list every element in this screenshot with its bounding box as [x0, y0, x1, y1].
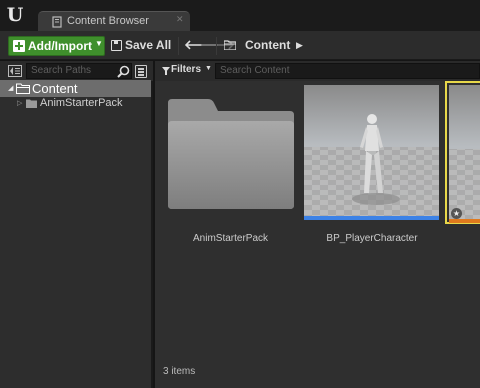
asset-type-bar: [304, 216, 439, 220]
expand-arrow-icon[interactable]: ◢: [8, 84, 13, 92]
content-panel: Filters ▼ Search Content AnimStarterPack: [155, 61, 480, 388]
asset-name: BP_PlayerCharacter: [326, 233, 418, 244]
toolbar-divider: [216, 37, 217, 55]
unreal-logo-icon: U: [6, 4, 24, 26]
tree-item-label: Content: [32, 81, 78, 96]
view-options-icon[interactable]: [135, 65, 147, 78]
star-icon[interactable]: ★: [451, 208, 462, 219]
chevron-down-icon: ▼: [205, 65, 212, 72]
save-all-label: Save All: [125, 38, 172, 52]
breadcrumb-content[interactable]: Content: [245, 38, 290, 52]
asset-name: AnimStarterPack: [192, 233, 269, 244]
tab-label: Content Browser: [67, 15, 149, 27]
filter-icon: [162, 67, 170, 75]
save-icon: [111, 40, 122, 51]
save-all-button[interactable]: Save All: [110, 36, 174, 56]
sources-toggle-icon[interactable]: [8, 65, 22, 77]
asset-tile-bp-playercharacter[interactable]: BP_PlayerCharacter: [303, 83, 441, 251]
sources-panel: Search Paths ◢ Content ▷ AnimStarterPack: [0, 61, 153, 388]
filters-bar: Filters ▼ Search Content: [155, 61, 480, 81]
item-count: 3 items: [163, 366, 196, 377]
asset-thumbnail: [449, 85, 480, 222]
tree-item-animstarterpack[interactable]: ▷ AnimStarterPack: [0, 97, 151, 111]
chevron-right-icon[interactable]: ▶: [296, 40, 303, 51]
folder-icon: [16, 83, 30, 94]
toolbar: Add/Import ▼ Save All 🡐 🡒 Content ▶: [0, 31, 480, 60]
chevron-down-icon: ▼: [95, 39, 103, 48]
asset-preview-image: [449, 85, 480, 222]
add-import-label: Add/Import: [28, 39, 92, 53]
search-content-input[interactable]: Search Content: [215, 63, 480, 79]
asset-tile-selected[interactable]: ★: [445, 81, 480, 224]
filters-label: Filters: [171, 64, 202, 75]
sources-header: Search Paths: [0, 61, 153, 81]
character-preview-image: [304, 85, 439, 219]
add-import-button[interactable]: Add/Import ▼: [8, 36, 105, 56]
tree-item-content[interactable]: ◢ Content: [0, 80, 151, 97]
close-icon[interactable]: ✕: [176, 15, 185, 24]
folder-icon: [26, 99, 37, 108]
asset-tile-animstarterpack[interactable]: AnimStarterPack: [163, 83, 298, 251]
toolbar-divider: [178, 37, 179, 55]
tree-item-label: AnimStarterPack: [40, 97, 123, 109]
folder-icon: [224, 40, 236, 50]
content-browser-icon: [52, 16, 62, 28]
folder-icon: [168, 99, 294, 209]
filters-button[interactable]: Filters ▼: [161, 64, 212, 78]
add-icon: [13, 40, 25, 52]
asset-thumbnail: [304, 85, 439, 219]
expand-arrow-icon[interactable]: ▷: [17, 99, 22, 107]
tab-content-browser[interactable]: Content Browser: [38, 11, 190, 32]
title-bar: U Content Browser ✕: [0, 0, 480, 32]
search-icon[interactable]: [117, 65, 130, 78]
asset-type-bar: [449, 219, 480, 223]
